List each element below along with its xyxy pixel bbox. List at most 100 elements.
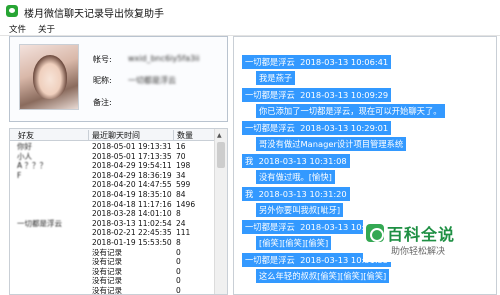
table-row[interactable]: 没有记录 0 [10, 267, 214, 277]
chat-content: 哥没有做过Manager设计项目管理系统 [256, 137, 407, 151]
chat-content: 没有做过哦。[愉快] [256, 170, 335, 184]
profile-panel: 帐号: wxid_bnc6iy5fa3ii 昵称: 一切都是浮云 备注: [9, 36, 228, 122]
table-row[interactable]: 你好 2018-05-01 19:13:31 16 [10, 142, 214, 152]
column-last-chat-time[interactable]: 最近聊天时间 [88, 130, 140, 141]
last-chat-time: 2018-04-18 11:17:16 [92, 199, 172, 209]
last-chat-time: 2018-03-28 14:01:10 [92, 209, 172, 219]
message-count: 8 [176, 237, 181, 247]
table-row[interactable]: 没有记录 0 [10, 276, 214, 286]
last-chat-time: 2018-05-01 17:13:35 [92, 151, 172, 161]
chat-sender-name: 我 [245, 189, 254, 199]
message-count: 16 [176, 142, 186, 151]
chat-sender-name: 一切都是浮云 [245, 90, 295, 100]
message-count: 70 [176, 151, 186, 161]
message-count: 599 [176, 180, 191, 190]
avatar [19, 44, 79, 110]
menu-bar: 文件 关于 [0, 22, 500, 36]
nickname-value: 一切都是浮云 [128, 76, 176, 85]
message-count: 0 [176, 257, 181, 267]
message-count: 1496 [176, 199, 196, 209]
table-row[interactable]: 一切都是浮云 2018-03-13 11:02:54 24 [10, 219, 214, 229]
friend-list-scrollbar[interactable]: ▲ [214, 129, 227, 294]
chat-time: 2018-03-13 10:31:20 [258, 189, 347, 199]
friend-name: A ？？？ [17, 161, 48, 171]
friend-rows: 你好 2018-05-01 19:13:31 16 小人 2018-05-01 17:1… [10, 142, 214, 295]
message-count: 0 [176, 247, 181, 257]
chat-sender-name: 一切都是浮云 [245, 123, 295, 133]
last-chat-time: 2018-02-21 22:45:35 [92, 228, 172, 238]
chat-content: 我是燕子 [256, 71, 296, 85]
watermark: 百科全说 助你轻松解决 [363, 218, 468, 262]
message-count: 8 [176, 209, 181, 219]
menu-about[interactable]: 关于 [38, 23, 55, 35]
last-chat-time: 没有记录 [92, 266, 122, 276]
chat-time: 2018-03-13 10:09:29 [300, 90, 389, 100]
message-count: 34 [176, 170, 186, 180]
friend-name: 小人 [17, 151, 32, 161]
last-chat-time: 2018-01-19 15:53:50 [92, 237, 172, 247]
table-row[interactable]: F 2018-04-29 18:36:19 34 [10, 171, 214, 181]
message-count: 0 [176, 276, 181, 286]
table-row[interactable]: 2018-04-19 18:35:10 84 [10, 190, 214, 200]
friend-list[interactable]: 好友 最近聊天时间 数量 你好 2018-05-01 19:13:31 16 小人 20… [9, 128, 228, 295]
watermark-subtitle: 助你轻松解决 [391, 247, 446, 257]
title-bar: 楼月微信聊天记录导出恢复助手 [0, 0, 500, 22]
last-chat-time: 没有记录 [92, 257, 122, 267]
last-chat-time: 2018-04-19 18:35:10 [92, 189, 172, 199]
table-row[interactable]: 2018-04-20 14:47:55 599 [10, 180, 214, 190]
message-count: 84 [176, 189, 186, 199]
chat-time: 2018-03-13 10:06:41 [300, 57, 389, 67]
wechat-icon [6, 5, 18, 17]
last-chat-time: 2018-03-13 11:02:54 [92, 218, 172, 228]
remark-label: 备注: [93, 98, 112, 107]
friend-name: F [17, 170, 22, 180]
chat-sender-name: 一切都是浮云 [245, 255, 295, 265]
chat-content: 你已添加了一切都是浮云，现在可以开始聊天了。 [256, 104, 445, 118]
chat-content: 另外你要叫我叔[呲牙] [256, 203, 344, 217]
chat-content: 这么年轻的叔叔[偷笑][偷笑][偷笑] [256, 269, 390, 283]
message-count: 111 [176, 228, 191, 238]
last-chat-time: 2018-04-20 14:47:55 [92, 180, 172, 190]
table-row[interactable]: 没有记录 0 [10, 285, 214, 295]
watermark-logo-icon [366, 224, 384, 242]
table-row[interactable]: 2018-01-19 15:53:50 8 [10, 238, 214, 248]
last-chat-time: 2018-05-01 19:13:31 [92, 142, 172, 151]
nickname-label: 昵称: [93, 76, 112, 85]
table-row[interactable]: 2018-03-28 14:01:10 8 [10, 209, 214, 219]
table-row[interactable]: 没有记录 0 [10, 257, 214, 267]
chat-sender-name: 一切都是浮云 [245, 222, 295, 232]
table-row[interactable]: 小人 2018-05-01 17:13:35 70 [10, 152, 214, 162]
table-row[interactable]: 2018-04-18 11:17:16 1496 [10, 200, 214, 210]
chat-sender: 一切都是浮云 2018-03-13 10:09:29 [242, 88, 392, 102]
chat-time: 2018-03-13 10:31:08 [258, 156, 347, 166]
chat-sender: 我 2018-03-13 10:31:08 [242, 154, 350, 168]
last-chat-time: 没有记录 [92, 247, 122, 257]
menu-file[interactable]: 文件 [9, 23, 26, 35]
scrollbar-thumb[interactable] [217, 142, 225, 168]
friend-list-header: 好友 最近聊天时间 数量 [10, 129, 214, 141]
table-row[interactable]: 2018-02-21 22:45:35 111 [10, 228, 214, 238]
chat-sender: 我 2018-03-13 10:31:20 [242, 187, 350, 201]
last-chat-time: 2018-04-29 19:54:11 [92, 161, 172, 171]
chat-sender-name: 一切都是浮云 [245, 57, 295, 67]
friend-name: 你好 [17, 142, 32, 151]
watermark-title: 百科全说 [387, 225, 456, 244]
friend-name: 一切都是浮云 [17, 218, 62, 228]
last-chat-time: 没有记录 [92, 276, 122, 286]
column-friend[interactable]: 好友 [18, 130, 34, 141]
chat-time: 2018-03-13 10:29:01 [300, 123, 389, 133]
last-chat-time: 2018-04-29 18:36:19 [92, 170, 172, 180]
account-label: 帐号: [93, 55, 112, 64]
table-row[interactable]: 没有记录 0 [10, 248, 214, 258]
message-count: 0 [176, 266, 181, 276]
last-chat-time: 没有记录 [92, 285, 122, 295]
message-count: 24 [176, 218, 186, 228]
table-row[interactable]: A ？？？ 2018-04-29 19:54:11 198 [10, 161, 214, 171]
message-count: 0 [176, 285, 181, 295]
scroll-up-icon[interactable]: ▲ [217, 132, 222, 139]
message-count: 198 [176, 161, 191, 171]
chat-sender-name: 我 [245, 156, 254, 166]
window-title: 楼月微信聊天记录导出恢复助手 [24, 9, 164, 20]
account-value: wxid_bnc6iy5fa3ii [128, 54, 200, 63]
column-count[interactable]: 数量 [173, 130, 193, 141]
